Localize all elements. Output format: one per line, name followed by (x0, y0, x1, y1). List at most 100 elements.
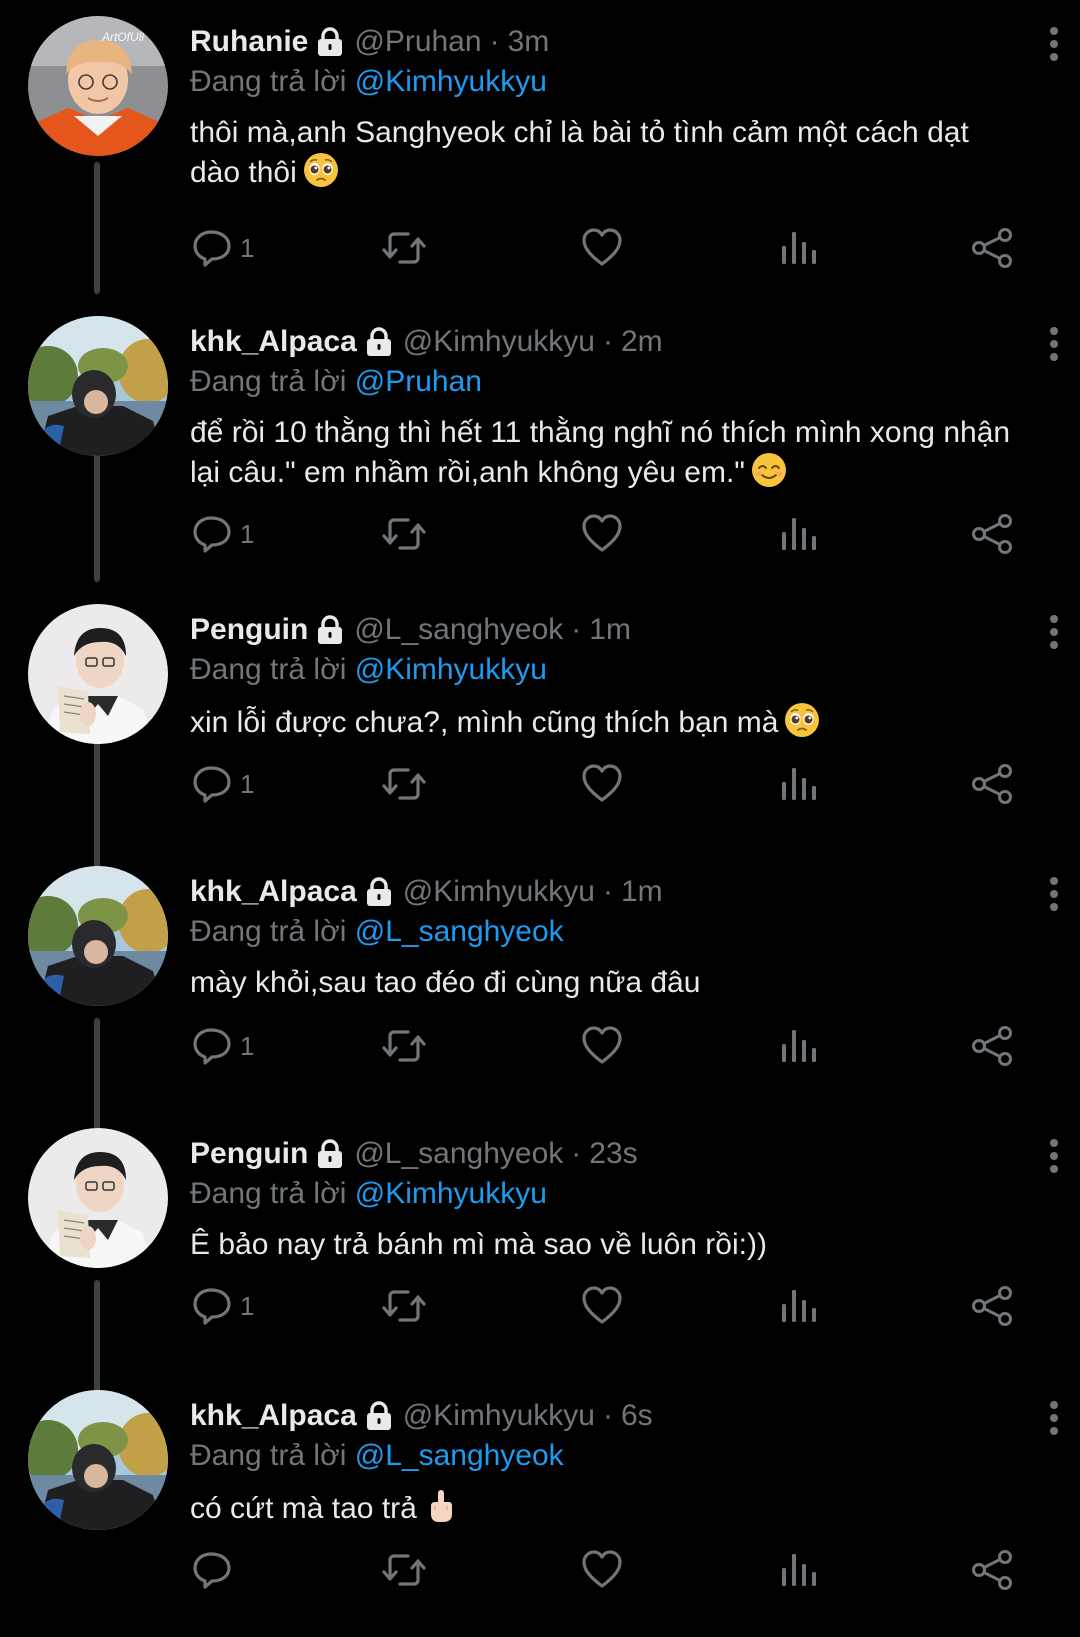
user-handle[interactable]: @Kimhyukkyu (403, 872, 595, 912)
mention-link[interactable]: @Pruhan (355, 365, 482, 398)
views-button[interactable] (778, 1282, 818, 1330)
avatar[interactable] (28, 604, 168, 744)
display-name[interactable]: khk_Alpaca (190, 1396, 357, 1436)
lock-icon (365, 877, 393, 907)
user-handle[interactable]: @Pruhan (354, 22, 481, 62)
user-handle[interactable]: @Kimhyukkyu (403, 1396, 595, 1436)
views-icon (778, 1024, 818, 1068)
display-name[interactable]: khk_Alpaca (190, 872, 357, 912)
retweet-button[interactable] (380, 760, 428, 808)
tweet-text-content: để rồi 10 thằng thì hết 11 thằng nghĩ nó… (190, 416, 1011, 489)
views-button[interactable] (778, 760, 818, 808)
user-handle[interactable]: @Kimhyukkyu (403, 322, 595, 362)
smiling-face-emoji (751, 452, 787, 488)
mention-link[interactable]: @Kimhyukkyu (355, 65, 547, 98)
display-name[interactable]: Penguin (190, 1134, 308, 1174)
mention-link[interactable]: @L_sanghyeok (355, 1439, 564, 1472)
retweet-button[interactable] (380, 1022, 428, 1070)
like-button[interactable] (580, 760, 624, 808)
reply-button[interactable]: 1 (190, 1022, 254, 1070)
avatar[interactable]: ArtOfUll (28, 16, 168, 156)
heart-icon (580, 1024, 624, 1068)
reply-button[interactable] (190, 1546, 240, 1594)
mention-link[interactable]: @Kimhyukkyu (355, 1177, 547, 1210)
like-button[interactable] (580, 1546, 624, 1594)
retweet-button[interactable] (380, 1282, 428, 1330)
share-icon (970, 226, 1014, 270)
avatar[interactable] (28, 316, 168, 456)
heart-icon (580, 762, 624, 806)
retweet-button[interactable] (380, 1546, 428, 1594)
views-button[interactable] (778, 1546, 818, 1594)
tweet[interactable]: khk_Alpaca @Kimhyukkyu · 6s Đang trả lời… (0, 1374, 1080, 1637)
share-button[interactable] (970, 224, 1014, 272)
like-button[interactable] (580, 1022, 624, 1070)
tweet[interactable]: Penguin @L_sanghyeok · 23s Đang trả lời … (0, 1112, 1080, 1374)
replying-to: Đang trả lời @Kimhyukkyu (190, 1174, 1020, 1214)
heart-icon (580, 1284, 624, 1328)
mention-link[interactable]: @L_sanghyeok (355, 915, 564, 948)
tweet-actions: 1 (190, 1282, 1020, 1330)
separator-dot: · (489, 25, 500, 58)
more-options-icon[interactable] (1048, 26, 1060, 62)
reply-icon (190, 1024, 234, 1068)
tweet[interactable]: ArtOfUll Ruhanie @Pruhan · 3m Đang trả l… (0, 0, 1080, 300)
timestamp[interactable]: 3m (508, 22, 550, 62)
display-name[interactable]: Penguin (190, 610, 308, 650)
share-icon (970, 1548, 1014, 1592)
reply-count: 1 (240, 232, 255, 263)
reply-icon (190, 1548, 234, 1592)
timestamp[interactable]: 1m (589, 610, 631, 650)
lock-icon (316, 615, 344, 645)
reply-button[interactable]: 1 (190, 224, 254, 272)
timestamp[interactable]: 6s (621, 1396, 653, 1436)
more-options-icon[interactable] (1048, 1138, 1060, 1174)
tweet-text: xin lỗi được chưa?, mình cũng thích bạn … (190, 702, 1020, 742)
avatar[interactable] (28, 1390, 168, 1530)
replying-to-label: Đang trả lời (190, 915, 347, 948)
display-name[interactable]: khk_Alpaca (190, 322, 357, 362)
more-options-icon[interactable] (1048, 1400, 1060, 1436)
reply-button[interactable]: 1 (190, 510, 254, 558)
share-button[interactable] (970, 760, 1014, 808)
reply-count: 1 (240, 518, 255, 549)
views-button[interactable] (778, 224, 818, 272)
tweet-text-content: Ê bảo nay trả bánh mì mà sao về luôn rồi… (190, 1228, 767, 1261)
like-button[interactable] (580, 510, 624, 558)
reply-button[interactable]: 1 (190, 1282, 254, 1330)
retweet-button[interactable] (380, 224, 428, 272)
heart-icon (580, 226, 624, 270)
like-button[interactable] (580, 224, 624, 272)
user-handle[interactable]: @L_sanghyeok (354, 610, 563, 650)
tweet[interactable]: khk_Alpaca @Kimhyukkyu · 1m Đang trả lời… (0, 850, 1080, 1112)
reply-button[interactable]: 1 (190, 760, 254, 808)
share-button[interactable] (970, 1282, 1014, 1330)
separator-dot: · (602, 1399, 613, 1432)
timestamp[interactable]: 2m (621, 322, 663, 362)
more-options-icon[interactable] (1048, 876, 1060, 912)
timestamp[interactable]: 1m (621, 872, 663, 912)
more-options-icon[interactable] (1048, 326, 1060, 362)
views-button[interactable] (778, 510, 818, 558)
timestamp[interactable]: 23s (589, 1134, 637, 1174)
views-button[interactable] (778, 1022, 818, 1070)
mention-link[interactable]: @Kimhyukkyu (355, 653, 547, 686)
avatar[interactable] (28, 866, 168, 1006)
replying-to-label: Đang trả lời (190, 65, 347, 98)
share-button[interactable] (970, 1546, 1014, 1594)
retweet-button[interactable] (380, 510, 428, 558)
share-button[interactable] (970, 1022, 1014, 1070)
share-button[interactable] (970, 510, 1014, 558)
share-icon (970, 1024, 1014, 1068)
avatar[interactable] (28, 1128, 168, 1268)
tweet-text-content: mày khỏi,sau tao đéo đi cùng nữa đâu (190, 966, 701, 999)
tweet[interactable]: Penguin @L_sanghyeok · 1m Đang trả lời @… (0, 588, 1080, 850)
tweet[interactable]: khk_Alpaca @Kimhyukkyu · 2m Đang trả lời… (0, 300, 1080, 588)
more-options-icon[interactable] (1048, 614, 1060, 650)
display-name[interactable]: Ruhanie (190, 22, 308, 62)
reply-icon (190, 512, 234, 556)
tweet-actions: 1 (190, 1022, 1020, 1070)
like-button[interactable] (580, 1282, 624, 1330)
reply-thread: ArtOfUll Ruhanie @Pruhan · 3m Đang trả l… (0, 0, 1080, 1637)
user-handle[interactable]: @L_sanghyeok (354, 1134, 563, 1174)
